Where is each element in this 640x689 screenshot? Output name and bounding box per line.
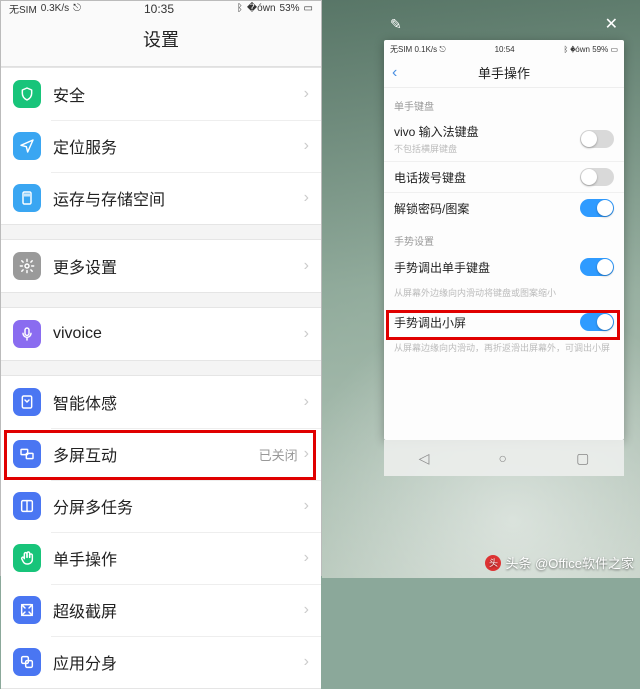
- row-label: vivoice: [53, 325, 304, 343]
- chevron-right-icon: ›: [304, 497, 309, 515]
- settings-row[interactable]: vivoice›: [1, 308, 321, 360]
- hint-text: 从屏幕外边缘向内滑动将键盘或图案缩小: [384, 282, 624, 307]
- mic-icon: [13, 320, 41, 348]
- battery-icon: ▭: [304, 3, 313, 14]
- row-label: vivo 输入法键盘: [394, 123, 580, 140]
- row-label: 应用分身: [53, 650, 304, 674]
- clone-icon: [13, 648, 41, 676]
- settings-row[interactable]: 定位服务›: [1, 120, 321, 172]
- bluetooth-icon: ᛒ: [237, 3, 243, 14]
- sd-icon: [13, 184, 41, 212]
- settings-row[interactable]: vivo 输入法键盘不包括横屏键盘: [384, 117, 624, 161]
- row-label: 更多设置: [53, 254, 304, 278]
- settings-row[interactable]: 超级截屏›: [1, 584, 321, 636]
- toggle-switch[interactable]: [580, 258, 614, 276]
- floating-window-bar: ✎ ✕: [384, 10, 624, 38]
- hand-icon: [13, 544, 41, 572]
- settings-group: 更多设置›: [1, 239, 321, 293]
- chevron-right-icon: ›: [304, 325, 309, 343]
- row-label: 超级截屏: [53, 598, 304, 622]
- clock: 10:54: [495, 45, 515, 54]
- net-speed: 0.3K/s: [41, 3, 69, 14]
- net-speed: 0.1K/s: [414, 45, 437, 54]
- row-label: 运存与存储空间: [53, 186, 304, 210]
- sense-icon: [13, 388, 41, 416]
- nav-recent-icon[interactable]: ▢: [576, 450, 589, 467]
- logo-icon: 头: [485, 555, 501, 571]
- row-sublabel: 不包括横屏键盘: [394, 142, 580, 155]
- section-label: 手势设置: [384, 223, 624, 252]
- screenshot-icon: [13, 596, 41, 624]
- toggle-switch[interactable]: [580, 130, 614, 148]
- edit-icon[interactable]: ✎: [390, 16, 402, 33]
- right-phone-screen: 无SIM 0.1K/s ⎋ 10:54 ᛒ �ówn 59% ▭ ‹ 单手操作 …: [384, 40, 624, 440]
- settings-row[interactable]: 安全›: [1, 68, 321, 120]
- location-icon: [13, 132, 41, 160]
- gear-icon: [13, 252, 41, 280]
- row-label: 智能体感: [53, 390, 304, 414]
- watermark: 头 头条 @Office软件之家: [485, 553, 634, 572]
- row-label: 多屏互动: [53, 442, 259, 466]
- settings-row[interactable]: 多屏互动已关闭 ›: [1, 428, 321, 480]
- nav-back-icon[interactable]: ◁: [419, 450, 430, 467]
- row-sublabel: 已关闭: [259, 445, 298, 464]
- chevron-right-icon: ›: [304, 137, 309, 155]
- settings-group: 安全›定位服务›运存与存储空间›: [1, 67, 321, 225]
- settings-row[interactable]: 手势调出小屏: [384, 307, 624, 337]
- cast-icon: [13, 440, 41, 468]
- settings-row[interactable]: 分屏多任务›: [1, 480, 321, 532]
- settings-row[interactable]: 更多设置›: [1, 240, 321, 292]
- status-bar-right: 无SIM 0.1K/s ⎋ 10:54 ᛒ �ówn 59% ▭: [384, 40, 624, 58]
- row-label: 电话拨号键盘: [394, 169, 580, 186]
- row-label: 分屏多任务: [53, 494, 304, 518]
- row-label: 定位服务: [53, 134, 304, 158]
- shield-icon: [13, 80, 41, 108]
- page-title: 设置: [1, 16, 321, 67]
- settings-row[interactable]: 解锁密码/图案: [384, 192, 624, 223]
- android-navbar: ◁ ○ ▢: [384, 440, 624, 476]
- page-title: 单手操作: [392, 63, 616, 82]
- chevron-right-icon: ›: [304, 549, 309, 567]
- toggle-switch[interactable]: [580, 168, 614, 186]
- settings-row[interactable]: 手势调出单手键盘: [384, 252, 624, 282]
- section-label: 单手键盘: [384, 88, 624, 117]
- carrier-text: 无SIM: [390, 45, 412, 54]
- settings-row[interactable]: 单手操作›: [1, 532, 321, 584]
- right-background: ✎ ✕ 无SIM 0.1K/s ⎋ 10:54 ᛒ �ówn 59% ▭ ‹ 单…: [322, 0, 640, 578]
- row-label: 手势调出小屏: [394, 314, 580, 331]
- hint-text: 从屏幕边缘向内滑动，再折返滑出屏幕外，可调出小屏: [384, 337, 624, 362]
- header: ‹ 单手操作: [384, 58, 624, 88]
- carrier-text: 无SIM: [9, 1, 37, 16]
- close-icon[interactable]: ✕: [605, 14, 618, 34]
- settings-row[interactable]: 电话拨号键盘: [384, 161, 624, 192]
- toggle-switch[interactable]: [580, 313, 614, 331]
- settings-group: vivoice›: [1, 307, 321, 361]
- row-label: 单手操作: [53, 546, 304, 570]
- chevron-right-icon: ›: [304, 85, 309, 103]
- settings-row[interactable]: 应用分身›: [1, 636, 321, 688]
- status-bar: 无SIM 0.3K/s ⎋ 10:35 ᛒ �ówn 53% ▭: [1, 1, 321, 16]
- row-label: 手势调出单手键盘: [394, 259, 580, 276]
- wifi-icon: �ówn: [247, 3, 276, 14]
- split-icon: [13, 492, 41, 520]
- clock: 10:35: [144, 2, 174, 16]
- battery-text: 59%: [592, 45, 608, 54]
- chevron-right-icon: ›: [304, 393, 309, 411]
- chevron-right-icon: ›: [304, 653, 309, 671]
- watermark-text: 头条 @Office软件之家: [505, 553, 634, 572]
- battery-text: 53%: [280, 3, 300, 14]
- settings-row[interactable]: 智能体感›: [1, 376, 321, 428]
- left-phone-screen: 无SIM 0.3K/s ⎋ 10:35 ᛒ �ówn 53% ▭ 设置 安全›定…: [0, 0, 322, 576]
- chevron-right-icon: ›: [304, 601, 309, 619]
- settings-row[interactable]: 运存与存储空间›: [1, 172, 321, 224]
- toggle-switch[interactable]: [580, 199, 614, 217]
- chevron-right-icon: ›: [304, 445, 309, 463]
- settings-group: 智能体感›多屏互动已关闭›分屏多任务›单手操作›超级截屏›应用分身›: [1, 375, 321, 689]
- row-label: 安全: [53, 82, 304, 106]
- row-label: 解锁密码/图案: [394, 200, 580, 217]
- usb-icon: ⎋: [73, 3, 81, 14]
- chevron-right-icon: ›: [304, 257, 309, 275]
- nav-home-icon[interactable]: ○: [499, 450, 507, 466]
- chevron-right-icon: ›: [304, 189, 309, 207]
